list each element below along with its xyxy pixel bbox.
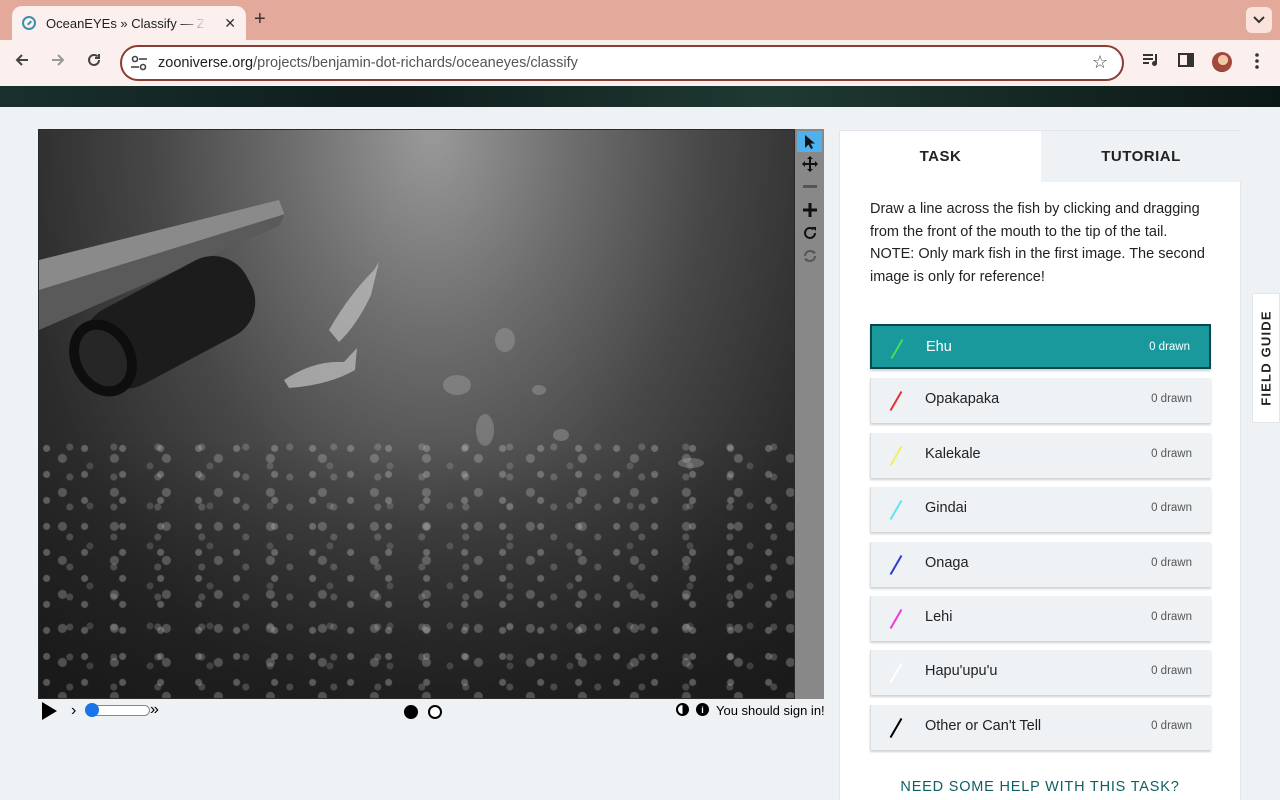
species-choice-button[interactable]: Hapu'upu'u 0 drawn bbox=[870, 650, 1211, 696]
playback-slider[interactable] bbox=[85, 703, 150, 717]
sign-in-prompt[interactable]: You should sign in! bbox=[716, 703, 825, 718]
sidebar-toggle-icon bbox=[1178, 53, 1194, 67]
zoom-in-icon[interactable] bbox=[797, 199, 822, 220]
reload-icon bbox=[88, 53, 100, 66]
invert-contrast-icon[interactable] bbox=[676, 703, 689, 716]
reset-icon[interactable] bbox=[797, 245, 822, 266]
tab-search-button[interactable] bbox=[1246, 7, 1272, 33]
playlist-icon bbox=[1143, 54, 1157, 66]
species-choice-button[interactable]: Opakapaka 0 drawn bbox=[870, 378, 1211, 424]
url-host: zooniverse.org bbox=[158, 55, 254, 71]
line-color-swatch-icon bbox=[889, 608, 903, 629]
tab-task[interactable]: TASK bbox=[840, 131, 1041, 182]
line-color-swatch-icon bbox=[889, 717, 903, 738]
drawn-count: 0 drawn bbox=[1149, 341, 1190, 353]
instruction-note: NOTE: Only mark fish in the first image.… bbox=[870, 246, 1205, 285]
species-choice-button[interactable]: Ehu 0 drawn bbox=[870, 324, 1211, 369]
tab-title: OceanEYEs » Classify — Zooniverse bbox=[46, 15, 206, 31]
side-panel-icon[interactable] bbox=[1178, 52, 1194, 73]
species-choice-list: Ehu 0 drawn Opakapaka 0 drawn Kalekale 0 draw… bbox=[870, 324, 1211, 759]
species-label: Hapu'upu'u bbox=[925, 663, 998, 680]
line-color-swatch-icon bbox=[889, 391, 903, 412]
browser-tab[interactable]: OceanEYEs » Classify — Zooniverse ✕ bbox=[12, 6, 246, 40]
play-icon[interactable] bbox=[42, 702, 57, 720]
close-tab-icon[interactable]: ✕ bbox=[224, 15, 236, 32]
back-arrow-icon bbox=[15, 54, 28, 66]
pointer-icon[interactable] bbox=[797, 131, 822, 152]
rotate-icon[interactable] bbox=[797, 222, 822, 243]
browser-menu-icon[interactable] bbox=[1254, 52, 1260, 75]
address-bar[interactable]: zooniverse.org/projects/benjamin-dot-ric… bbox=[120, 45, 1124, 81]
drawn-count: 0 drawn bbox=[1151, 447, 1192, 460]
species-label: Lehi bbox=[925, 608, 953, 625]
fish-group bbox=[284, 262, 379, 388]
help-link[interactable]: NEED SOME HELP WITH THIS TASK? bbox=[840, 779, 1240, 795]
profile-avatar[interactable] bbox=[1212, 52, 1232, 72]
line-color-swatch-icon bbox=[889, 445, 903, 466]
line-color-swatch-icon bbox=[890, 338, 904, 360]
species-label: Ehu bbox=[926, 339, 952, 355]
drawn-count: 0 drawn bbox=[1151, 665, 1192, 678]
slider-thumb[interactable] bbox=[85, 703, 99, 717]
subject-image[interactable] bbox=[38, 129, 795, 699]
drawn-count: 0 drawn bbox=[1151, 719, 1192, 732]
species-label: Gindai bbox=[925, 500, 967, 517]
species-choice-button[interactable]: Lehi 0 drawn bbox=[870, 595, 1211, 641]
new-tab-button[interactable]: + bbox=[254, 8, 266, 31]
browser-tab-strip: OceanEYEs » Classify — Zooniverse ✕ + bbox=[0, 0, 1280, 40]
bookmark-star-icon[interactable]: ☆ bbox=[1092, 52, 1108, 73]
species-choice-button[interactable]: Gindai 0 drawn bbox=[870, 487, 1211, 533]
project-banner bbox=[0, 86, 1280, 107]
frame-dot-2[interactable] bbox=[428, 705, 442, 719]
info-icon[interactable]: i bbox=[696, 703, 709, 716]
url-text[interactable]: zooniverse.org/projects/benjamin-dot-ric… bbox=[158, 55, 578, 71]
media-controls-icon[interactable] bbox=[1142, 52, 1160, 73]
line-color-swatch-icon bbox=[889, 554, 903, 575]
reload-button[interactable] bbox=[83, 52, 105, 73]
drawn-count: 0 drawn bbox=[1151, 556, 1192, 569]
species-label: Kalekale bbox=[925, 445, 981, 462]
next-frame-button[interactable]: » bbox=[150, 701, 159, 719]
kebab-menu-icon bbox=[1255, 53, 1259, 69]
zoom-out-icon[interactable] bbox=[797, 176, 822, 197]
species-label: Other or Can't Tell bbox=[925, 717, 1042, 734]
zooniverse-favicon-icon bbox=[22, 16, 36, 30]
url-path: /projects/benjamin-dot-richards/oceaneye… bbox=[253, 55, 578, 71]
task-instructions: Draw a line across the fish by clicking … bbox=[870, 198, 1216, 288]
forward-button[interactable] bbox=[47, 52, 69, 73]
viewer-controls: › » i You should sign in! bbox=[38, 700, 825, 724]
drawn-count: 0 drawn bbox=[1151, 610, 1192, 623]
species-label: Opakapaka bbox=[925, 391, 1000, 408]
task-panel: TASK TUTORIAL Draw a line across the fis… bbox=[839, 130, 1241, 800]
move-icon[interactable] bbox=[797, 153, 822, 174]
seafloor bbox=[39, 438, 794, 698]
species-label: Onaga bbox=[925, 554, 969, 571]
species-choice-button[interactable]: Kalekale 0 drawn bbox=[870, 432, 1211, 478]
chevron-down-icon bbox=[1253, 16, 1265, 24]
browser-toolbar: zooniverse.org/projects/benjamin-dot-ric… bbox=[0, 40, 1280, 86]
field-guide-label: FIELD GUIDE bbox=[1258, 310, 1274, 406]
previous-frame-button[interactable]: › bbox=[71, 702, 76, 720]
species-choice-button[interactable]: Onaga 0 drawn bbox=[870, 541, 1211, 587]
instruction-main: Draw a line across the fish by clicking … bbox=[870, 201, 1200, 240]
line-color-swatch-icon bbox=[889, 663, 903, 684]
image-toolbar bbox=[795, 129, 824, 699]
frame-dot-1[interactable] bbox=[404, 705, 418, 719]
back-button[interactable] bbox=[11, 52, 33, 73]
drawn-count: 0 drawn bbox=[1151, 393, 1192, 406]
forward-arrow-icon bbox=[52, 54, 65, 66]
drawn-count: 0 drawn bbox=[1151, 502, 1192, 515]
tab-tutorial[interactable]: TUTORIAL bbox=[1041, 131, 1241, 182]
species-choice-button[interactable]: Other or Can't Tell 0 drawn bbox=[870, 704, 1211, 750]
field-guide-button[interactable]: FIELD GUIDE bbox=[1252, 293, 1280, 423]
line-color-swatch-icon bbox=[889, 500, 903, 521]
site-settings-icon[interactable] bbox=[130, 55, 148, 71]
